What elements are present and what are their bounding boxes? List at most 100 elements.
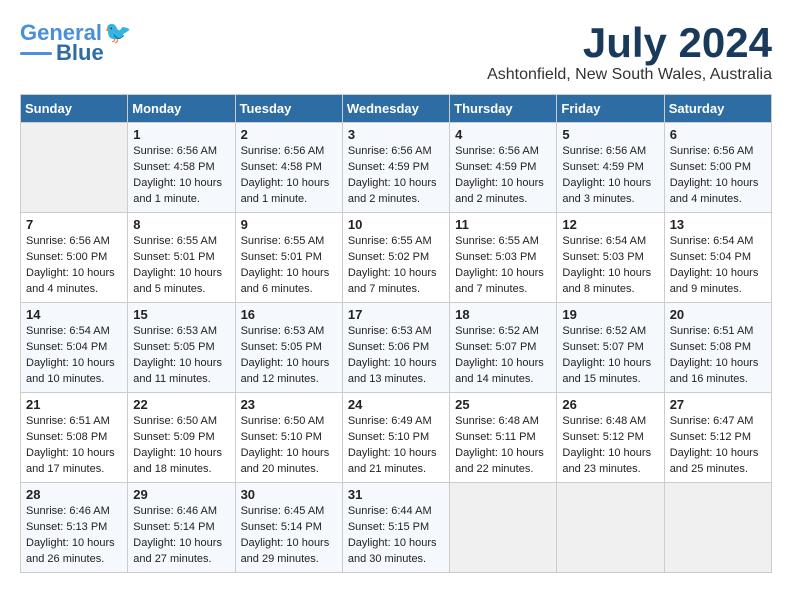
sunset-text: Sunset: 5:11 PM — [455, 430, 551, 446]
sunset-text: Sunset: 5:05 PM — [133, 340, 229, 356]
daylight-text: Daylight: 10 hours and 7 minutes. — [455, 266, 551, 298]
daylight-text: Daylight: 10 hours and 3 minutes. — [562, 176, 658, 208]
daylight-text: Daylight: 10 hours and 18 minutes. — [133, 446, 229, 478]
day-number: 5 — [562, 127, 658, 142]
sunset-text: Sunset: 5:04 PM — [26, 340, 122, 356]
sunset-text: Sunset: 5:09 PM — [133, 430, 229, 446]
sunset-text: Sunset: 4:59 PM — [455, 160, 551, 176]
calendar-cell: 14 Sunrise: 6:54 AMSunset: 5:04 PMDayligh… — [21, 303, 128, 393]
day-number: 2 — [241, 127, 337, 142]
sunrise-text: Sunrise: 6:54 AM — [670, 234, 766, 250]
day-number: 3 — [348, 127, 444, 142]
sunset-text: Sunset: 5:08 PM — [670, 340, 766, 356]
calendar-cell: 9 Sunrise: 6:55 AMSunset: 5:01 PMDaylight… — [235, 213, 342, 303]
bird-icon: 🐦 — [104, 20, 131, 46]
logo-line2: Blue — [56, 42, 104, 64]
day-info: Sunrise: 6:55 AMSunset: 5:03 PMDaylight:… — [455, 234, 551, 298]
header-friday: Friday — [557, 95, 664, 123]
daylight-text: Daylight: 10 hours and 6 minutes. — [241, 266, 337, 298]
sunset-text: Sunset: 5:07 PM — [562, 340, 658, 356]
calendar-week-row: 28Sunrise: 6:46 AMSunset: 5:13 PMDayligh… — [21, 483, 772, 573]
day-number: 14 — [26, 307, 122, 322]
sunset-text: Sunset: 5:13 PM — [26, 520, 122, 536]
daylight-text: Daylight: 10 hours and 4 minutes. — [26, 266, 122, 298]
calendar-cell: 31Sunrise: 6:44 AMSunset: 5:15 PMDayligh… — [342, 483, 449, 573]
calendar-cell: 19Sunrise: 6:52 AMSunset: 5:07 PMDayligh… — [557, 303, 664, 393]
day-number: 8 — [133, 217, 229, 232]
day-number: 13 — [670, 217, 766, 232]
calendar-cell: 8 Sunrise: 6:55 AMSunset: 5:01 PMDaylight… — [128, 213, 235, 303]
sunset-text: Sunset: 5:14 PM — [133, 520, 229, 536]
day-number: 9 — [241, 217, 337, 232]
day-info: Sunrise: 6:48 AMSunset: 5:12 PMDaylight:… — [562, 414, 658, 478]
sunrise-text: Sunrise: 6:56 AM — [670, 144, 766, 160]
daylight-text: Daylight: 10 hours and 5 minutes. — [133, 266, 229, 298]
sunset-text: Sunset: 5:10 PM — [241, 430, 337, 446]
day-number: 26 — [562, 397, 658, 412]
sunrise-text: Sunrise: 6:56 AM — [241, 144, 337, 160]
day-number: 12 — [562, 217, 658, 232]
calendar-cell: 20Sunrise: 6:51 AMSunset: 5:08 PMDayligh… — [664, 303, 771, 393]
daylight-text: Daylight: 10 hours and 17 minutes. — [26, 446, 122, 478]
sunset-text: Sunset: 4:58 PM — [133, 160, 229, 176]
day-number: 4 — [455, 127, 551, 142]
calendar-header-row: SundayMondayTuesdayWednesdayThursdayFrid… — [21, 95, 772, 123]
sunrise-text: Sunrise: 6:56 AM — [26, 234, 122, 250]
page-header: General 🐦 Blue July 2024 Ashtonfield, Ne… — [20, 20, 772, 84]
calendar-cell: 12 Sunrise: 6:54 AMSunset: 5:03 PMDayligh… — [557, 213, 664, 303]
header-sunday: Sunday — [21, 95, 128, 123]
sunrise-text: Sunrise: 6:51 AM — [670, 324, 766, 340]
calendar-cell: 7Sunrise: 6:56 AMSunset: 5:00 PMDaylight… — [21, 213, 128, 303]
daylight-text: Daylight: 10 hours and 2 minutes. — [348, 176, 444, 208]
calendar-cell: 4Sunrise: 6:56 AMSunset: 4:59 PMDaylight… — [450, 123, 557, 213]
day-info: Sunrise: 6:50 AMSunset: 5:09 PMDaylight:… — [133, 414, 229, 478]
daylight-text: Daylight: 10 hours and 2 minutes. — [455, 176, 551, 208]
sunrise-text: Sunrise: 6:52 AM — [455, 324, 551, 340]
sunrise-text: Sunrise: 6:46 AM — [26, 504, 122, 520]
day-info: Sunrise: 6:55 AMSunset: 5:01 PMDaylight:… — [133, 234, 229, 298]
day-info: Sunrise: 6:54 AMSunset: 5:04 PMDaylight:… — [26, 324, 122, 388]
calendar-cell: 1Sunrise: 6:56 AMSunset: 4:58 PMDaylight… — [128, 123, 235, 213]
day-number: 25 — [455, 397, 551, 412]
day-number: 29 — [133, 487, 229, 502]
day-info: Sunrise: 6:56 AMSunset: 5:00 PMDaylight:… — [670, 144, 766, 208]
daylight-text: Daylight: 10 hours and 4 minutes. — [670, 176, 766, 208]
sunrise-text: Sunrise: 6:55 AM — [455, 234, 551, 250]
sunset-text: Sunset: 5:03 PM — [562, 250, 658, 266]
day-number: 10 — [348, 217, 444, 232]
sunset-text: Sunset: 5:03 PM — [455, 250, 551, 266]
calendar-cell: 11Sunrise: 6:55 AMSunset: 5:03 PMDayligh… — [450, 213, 557, 303]
sunset-text: Sunset: 5:02 PM — [348, 250, 444, 266]
calendar-cell: 15Sunrise: 6:53 AMSunset: 5:05 PMDayligh… — [128, 303, 235, 393]
calendar-cell: 6 Sunrise: 6:56 AMSunset: 5:00 PMDaylight… — [664, 123, 771, 213]
day-info: Sunrise: 6:54 AMSunset: 5:03 PMDaylight:… — [562, 234, 658, 298]
sunrise-text: Sunrise: 6:55 AM — [241, 234, 337, 250]
sunset-text: Sunset: 5:01 PM — [241, 250, 337, 266]
sunset-text: Sunset: 4:58 PM — [241, 160, 337, 176]
sunset-text: Sunset: 5:12 PM — [670, 430, 766, 446]
daylight-text: Daylight: 10 hours and 9 minutes. — [670, 266, 766, 298]
sunset-text: Sunset: 5:05 PM — [241, 340, 337, 356]
daylight-text: Daylight: 10 hours and 10 minutes. — [26, 356, 122, 388]
day-info: Sunrise: 6:56 AMSunset: 4:58 PMDaylight:… — [133, 144, 229, 208]
daylight-text: Daylight: 10 hours and 8 minutes. — [562, 266, 658, 298]
daylight-text: Daylight: 10 hours and 7 minutes. — [348, 266, 444, 298]
calendar-week-row: 1Sunrise: 6:56 AMSunset: 4:58 PMDaylight… — [21, 123, 772, 213]
sunrise-text: Sunrise: 6:55 AM — [348, 234, 444, 250]
day-number: 24 — [348, 397, 444, 412]
day-number: 30 — [241, 487, 337, 502]
calendar-cell: 30Sunrise: 6:45 AMSunset: 5:14 PMDayligh… — [235, 483, 342, 573]
day-number: 6 — [670, 127, 766, 142]
calendar-cell: 25Sunrise: 6:48 AMSunset: 5:11 PMDayligh… — [450, 393, 557, 483]
calendar-cell — [21, 123, 128, 213]
header-wednesday: Wednesday — [342, 95, 449, 123]
sunrise-text: Sunrise: 6:45 AM — [241, 504, 337, 520]
day-info: Sunrise: 6:49 AMSunset: 5:10 PMDaylight:… — [348, 414, 444, 478]
day-number: 20 — [670, 307, 766, 322]
day-info: Sunrise: 6:53 AMSunset: 5:06 PMDaylight:… — [348, 324, 444, 388]
header-thursday: Thursday — [450, 95, 557, 123]
daylight-text: Daylight: 10 hours and 26 minutes. — [26, 536, 122, 568]
day-info: Sunrise: 6:55 AMSunset: 5:01 PMDaylight:… — [241, 234, 337, 298]
day-number: 17 — [348, 307, 444, 322]
sunset-text: Sunset: 5:10 PM — [348, 430, 444, 446]
